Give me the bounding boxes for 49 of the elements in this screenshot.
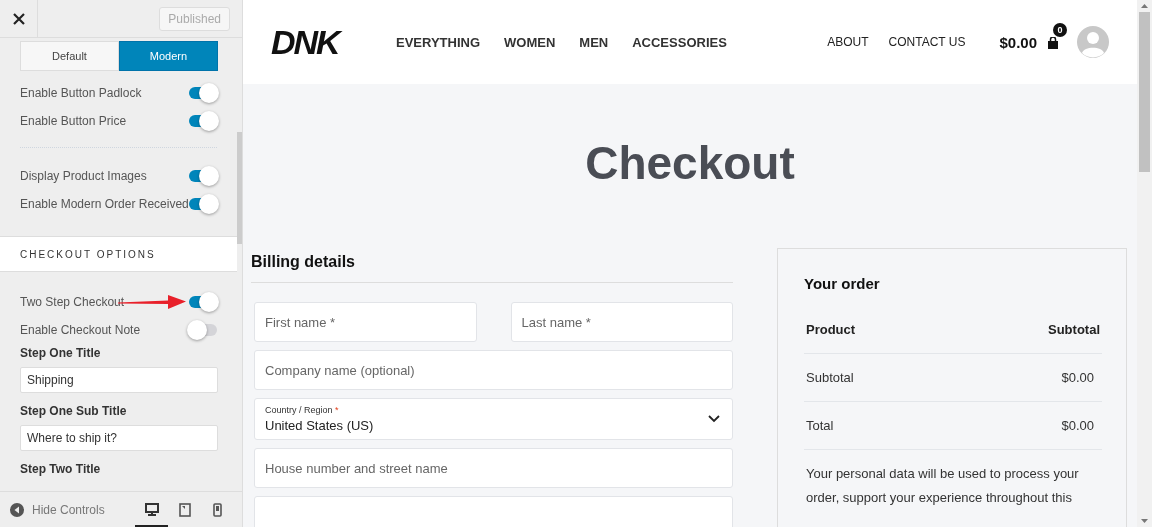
layout-option[interactable]: Default [20, 41, 119, 71]
nav-link[interactable]: MEN [579, 34, 609, 50]
section-title: CHECKOUT OPTIONS [20, 248, 156, 260]
field-label: Step Two Title [19, 461, 102, 478]
collapse-icon [10, 502, 24, 517]
table-cell: Total [806, 418, 834, 433]
nav-link[interactable]: ACCESSORIES [632, 34, 727, 50]
layout-option[interactable]: Modern [119, 41, 218, 71]
table-cell-text: $0.00 [1061, 418, 1095, 433]
table-cell-text: $0.00 [1061, 370, 1095, 385]
input-field[interactable]: House number and street name [254, 448, 733, 488]
input-field[interactable] [254, 496, 733, 527]
site-logo[interactable]: DNK [271, 22, 396, 62]
column-header: Product [806, 322, 856, 337]
page-title: Checkout [584, 136, 796, 191]
scroll-down-icon[interactable] [1141, 519, 1148, 523]
setting-label: Enable Button Price [20, 114, 127, 128]
field-label: Step One Sub Title [19, 403, 128, 420]
nav-link[interactable]: WOMEN [504, 34, 556, 50]
nav-link[interactable]: ABOUT [827, 35, 869, 49]
setting-label: Display Product Images [20, 169, 147, 183]
phone-icon [213, 502, 222, 517]
field-label: Step One Title [19, 345, 102, 362]
chevron-down-icon [708, 415, 720, 423]
tablet-icon [178, 502, 191, 517]
cart-total[interactable]: $0.00 [999, 33, 1037, 51]
text-field[interactable]: Shipping [20, 367, 218, 393]
column-header: Subtotal [1048, 322, 1100, 337]
scrollbar-thumb[interactable] [1139, 12, 1150, 172]
hide-controls-button[interactable]: Hide Controls [10, 502, 135, 517]
table-cell: Subtotal [806, 370, 854, 385]
setting-label: Enable Modern Order Received [20, 197, 189, 211]
select-field[interactable]: Country / Region * United States (US) [254, 398, 733, 440]
section-title: Billing details [251, 253, 733, 283]
section-title: Your order [804, 275, 881, 292]
setting-label: Two Step Checkout [20, 295, 125, 309]
scroll-up-icon[interactable] [1141, 4, 1148, 8]
input-field[interactable]: Last name * [510, 302, 733, 342]
setting-label: Enable Button Padlock [20, 86, 142, 100]
close-icon [12, 12, 25, 25]
text-field[interactable]: Where to ship it? [20, 425, 218, 451]
monitor-icon [144, 503, 159, 516]
privacy-notice: Your personal data will be used to process your order, support your experience throughout this [806, 465, 1080, 507]
nav-link[interactable]: EVERYTHING [396, 34, 481, 50]
setting-label: Enable Checkout Note [20, 323, 141, 337]
cart-count-badge: 0 [1053, 23, 1067, 37]
nav-link[interactable]: CONTACT US [888, 35, 966, 49]
input-field[interactable]: Company name (optional) [254, 350, 733, 390]
input-field[interactable]: First name * [254, 302, 477, 342]
